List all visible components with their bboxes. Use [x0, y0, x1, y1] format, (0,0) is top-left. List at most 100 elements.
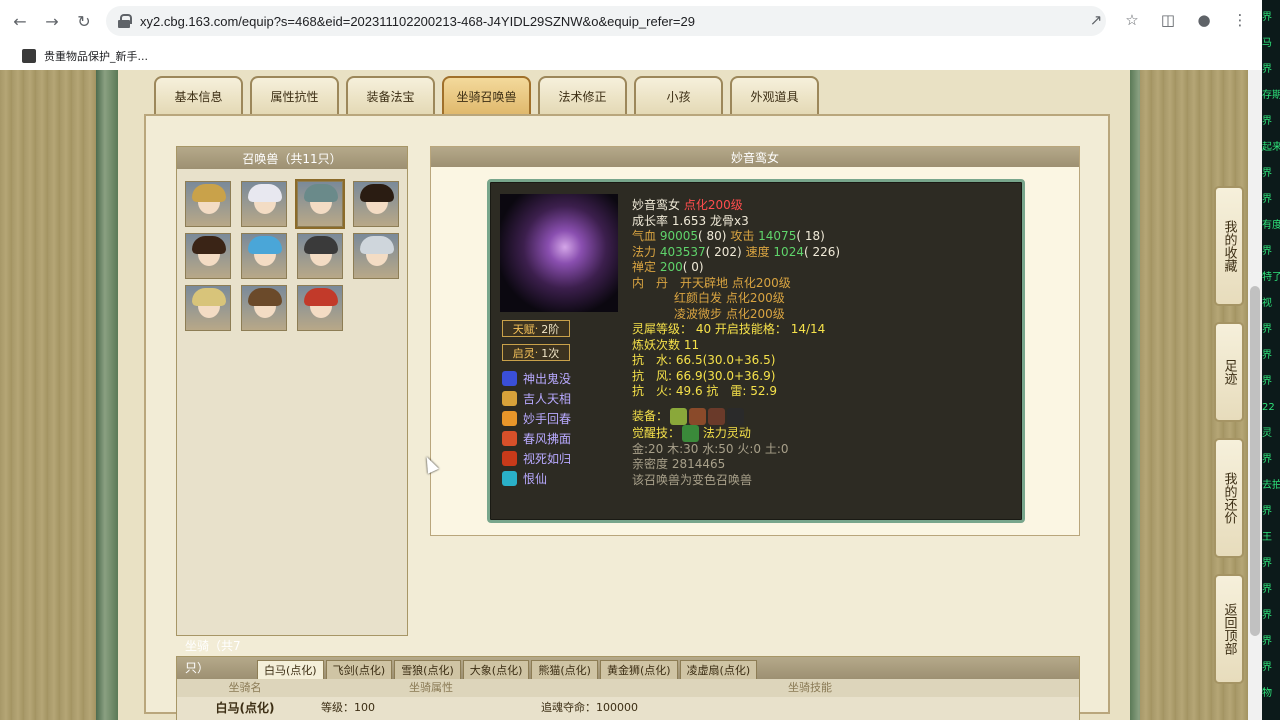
menu-icon[interactable]: ⋮	[1228, 8, 1252, 32]
avatar-hair	[192, 288, 226, 306]
mount-table-row: 白马(点化) 等级：100 追魂夺命：100000	[177, 697, 1079, 719]
skill-name: 吉人天相	[523, 391, 572, 406]
lingxi-level: 灵犀等级： 40 开启技能格： 14/14	[632, 322, 826, 336]
mount-tab-7[interactable]: 凌虚扇(点化)	[679, 660, 758, 679]
header-mount-attr: 坐骑属性	[409, 681, 453, 694]
spd-points: ( 226)	[803, 244, 841, 259]
summon-avatar[interactable]	[353, 181, 399, 227]
scrollbar-thumb[interactable]	[1250, 286, 1260, 636]
strip-item: 界	[1262, 168, 1272, 179]
avatar-hair	[360, 236, 394, 254]
sidebar-icon[interactable]: ◫	[1156, 8, 1180, 32]
skill-icon	[502, 450, 517, 466]
qiling-badge: 启灵 · 1次	[502, 344, 570, 361]
back-icon[interactable]: ←	[8, 9, 32, 33]
strip-item: 界	[1262, 376, 1272, 387]
scrollbar[interactable]	[1248, 70, 1262, 720]
talent-grade: 2阶	[541, 322, 560, 336]
atk-points: ( 18)	[796, 229, 825, 243]
mount-attr: 等级：100	[321, 701, 375, 714]
bookmark-link[interactable]: 贵重物品保护_新手...	[44, 48, 148, 64]
resist-fire-thunder: 抗 火: 49.6 抗 雷: 52.9	[632, 384, 777, 398]
tab-basic-info[interactable]: 基本信息	[154, 76, 243, 114]
strip-item: 界	[1262, 350, 1272, 361]
summon-avatar[interactable]	[295, 179, 345, 229]
strip-item: 界	[1262, 454, 1272, 465]
tab-mounts-summons[interactable]: 坐骑召唤兽	[442, 76, 531, 114]
awaken-label: 觉醒技：	[632, 425, 681, 440]
forward-icon[interactable]: →	[40, 9, 64, 33]
mp-value: 403537	[659, 244, 706, 259]
equip-icon[interactable]	[689, 407, 707, 425]
summon-detail: 妙音鸾女 天赋 · 2阶 启灵 · 1次 神出鬼没 吉人天相 妙手回春 春风拂面 视死如归 恨仙 …	[430, 146, 1080, 536]
resist-water: 抗 水: 66.5(30.0+36.5)	[632, 353, 776, 367]
skill-item[interactable]: 妙手回春	[502, 408, 571, 428]
summon-avatar[interactable]	[353, 233, 399, 279]
tab-spell-correction[interactable]: 法术修正	[538, 76, 627, 114]
tab-bar: 基本信息 属性抗性 装备法宝 坐骑召唤兽 法术修正 小孩 外观道具	[154, 76, 819, 114]
float-button-4[interactable]: 返回顶部	[1214, 574, 1244, 684]
summon-avatar[interactable]	[297, 233, 343, 279]
summon-avatar[interactable]	[297, 285, 343, 331]
skill-icon	[502, 430, 517, 446]
strip-item: 界	[1262, 506, 1272, 517]
mount-title: 坐骑（共7只）	[185, 639, 241, 675]
bookmark-icon	[22, 49, 36, 63]
address-bar[interactable]: xy2.cbg.163.com/equip?s=468&eid=20231110…	[106, 6, 1106, 36]
main-content: 基本信息 属性抗性 装备法宝 坐骑召唤兽 法术修正 小孩 外观道具 召唤兽（共1…	[118, 70, 1130, 720]
mount-tab-4[interactable]: 大象(点化)	[462, 660, 530, 679]
strip-item: 界	[1262, 116, 1272, 127]
skill-item[interactable]: 恨仙	[502, 468, 571, 488]
float-button-1[interactable]: 我的收藏	[1214, 186, 1244, 306]
tab-attributes[interactable]: 属性抗性	[250, 76, 339, 114]
mount-tab-5[interactable]: 熊猫(点化)	[531, 660, 598, 679]
variant-note: 该召唤兽为变色召唤兽	[632, 472, 753, 487]
strip-item: 22	[1262, 402, 1275, 413]
skill-item[interactable]: 春风拂面	[502, 428, 571, 448]
avatar-hair	[304, 236, 338, 254]
address-row: ← → ↻ xy2.cbg.163.com/equip?s=468&eid=20…	[0, 0, 1262, 42]
skill-item[interactable]: 神出鬼没	[502, 368, 571, 388]
float-button-2[interactable]: 足迹	[1214, 322, 1244, 422]
summon-avatar[interactable]	[185, 233, 231, 279]
mount-tab-1[interactable]: 白马(点化)	[257, 660, 324, 679]
summon-avatar[interactable]	[241, 285, 287, 331]
reload-icon[interactable]: ↻	[72, 9, 96, 33]
mount-tab-2[interactable]: 飞剑(点化)	[325, 660, 393, 679]
equip-icon[interactable]	[670, 407, 688, 425]
mount-tab-6[interactable]: 黄金狮(点化)	[599, 660, 678, 679]
equip-icon[interactable]	[708, 407, 726, 425]
equip-icon[interactable]	[727, 407, 745, 425]
share-icon[interactable]: ↗	[1084, 8, 1108, 32]
tab-appearance[interactable]: 外观道具	[730, 76, 819, 114]
game-strip: 界马界存期界起来界界有度界特了视界界界 22 灵界去拍界王界界界界界物	[1262, 0, 1280, 720]
mount-tab-3[interactable]: 雪狼(点化)	[394, 660, 461, 679]
hp-value: 90005	[659, 229, 699, 243]
skill-item[interactable]: 吉人天相	[502, 388, 571, 408]
mount-panel: 坐骑（共7只） 白马(点化) 飞剑(点化) 雪狼(点化) 大象(点化) 熊猫(点…	[176, 639, 1080, 720]
star-icon[interactable]: ☆	[1120, 8, 1144, 32]
summon-avatar[interactable]	[241, 181, 287, 227]
strip-item: 视	[1262, 298, 1272, 309]
skill-item[interactable]: 视死如归	[502, 448, 571, 468]
tab-children[interactable]: 小孩	[634, 76, 723, 114]
growth-rate: 成长率 1.653 龙骨x3	[632, 213, 749, 228]
summon-avatar[interactable]	[241, 233, 287, 279]
qiling-label: 启灵	[512, 346, 535, 360]
mp-label: 法力	[632, 244, 657, 259]
mount-skill: 追魂夺命：100000	[541, 701, 638, 714]
profile-icon[interactable]: ●	[1192, 8, 1216, 32]
page: 基本信息 属性抗性 装备法宝 坐骑召唤兽 法术修正 小孩 外观道具 召唤兽（共1…	[0, 70, 1262, 720]
summon-avatar[interactable]	[185, 285, 231, 331]
float-button-3[interactable]: 我的还价	[1214, 438, 1244, 558]
bookmarks-bar: 贵重物品保护_新手...	[0, 42, 1262, 70]
strip-item: 界	[1262, 610, 1272, 621]
mount-tab-bar: 坐骑（共7只） 白马(点化) 飞剑(点化) 雪狼(点化) 大象(点化) 熊猫(点…	[177, 639, 1079, 679]
tab-equipment[interactable]: 装备法宝	[346, 76, 435, 114]
summon-level: 点化200级	[683, 198, 743, 212]
focus-label: 禅定	[632, 260, 657, 274]
header-mount-skill: 坐骑技能	[788, 681, 832, 694]
summon-list-title: 召唤兽（共11只）	[177, 147, 407, 169]
avatar-hair	[248, 184, 282, 202]
summon-avatar[interactable]	[185, 181, 231, 227]
